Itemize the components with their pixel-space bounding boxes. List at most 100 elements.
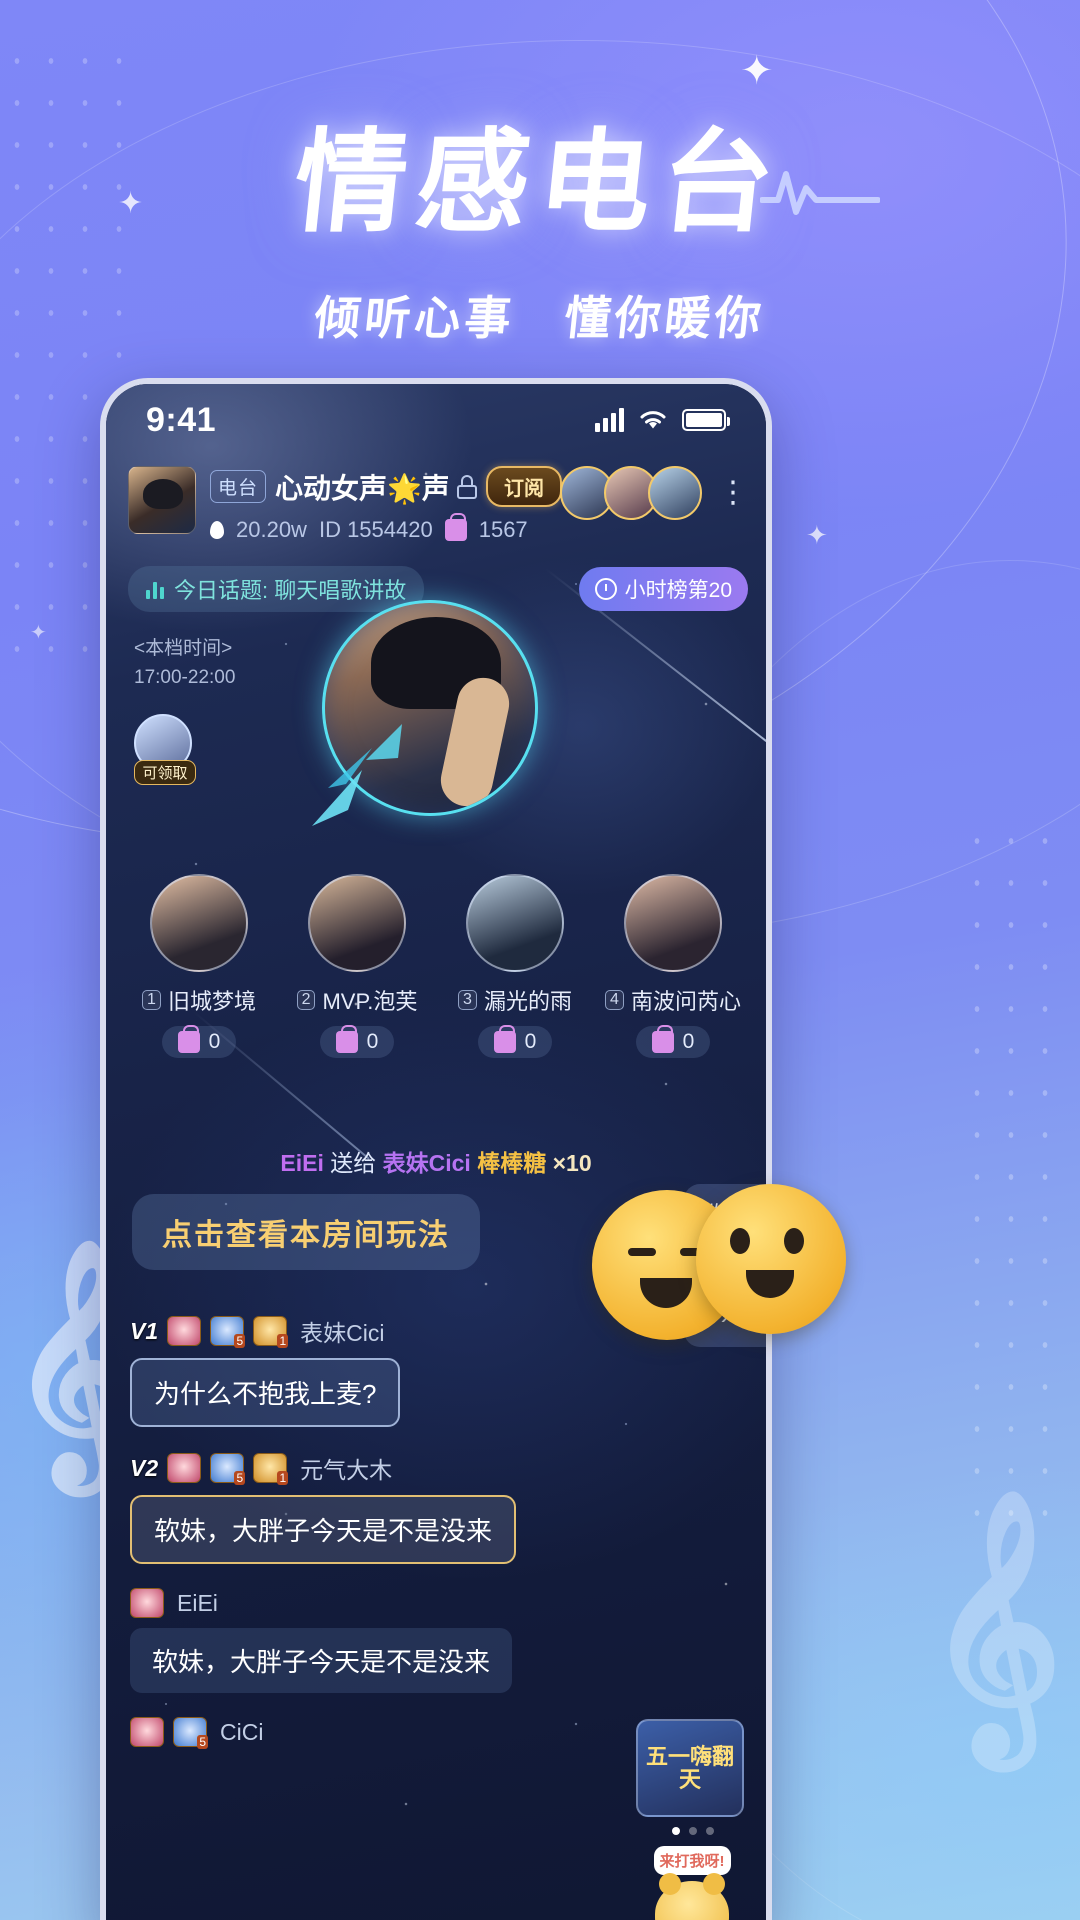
carousel-indicator[interactable] <box>672 1827 714 1835</box>
seat-item[interactable]: 2 MVP.泡芙 0 <box>282 874 432 1058</box>
level-badge: V1 <box>130 1317 159 1344</box>
gift-action: 送给 <box>330 1150 377 1176</box>
gift-bag-icon <box>651 1025 674 1053</box>
claim-label: 可领取 <box>134 760 196 785</box>
seat-name-row: 4 南波问芮心 <box>598 984 748 1016</box>
gift-bag-icon <box>493 1025 516 1053</box>
gift-sender: EiEi <box>280 1150 324 1176</box>
chat-message: 5 CiCi <box>130 1717 586 1749</box>
equalizer-icon <box>146 579 164 599</box>
sparkle-icon: ✦ <box>30 622 47 644</box>
chat-message: V1 5 1 表妹Cici 为什么不抱我上麦? <box>130 1314 586 1427</box>
subscribe-button[interactable]: 订阅 <box>486 466 562 507</box>
room-info: 电台 心动女声🌟声音 订阅 20.20w ID 1554420 1567 <box>210 466 562 543</box>
seat-gift-count: 0 <box>319 1025 395 1058</box>
hourly-rank-text: 小时榜第20 <box>624 579 732 602</box>
chat-username[interactable]: EiEi <box>177 1590 218 1617</box>
seat-name-row: 1 旧城梦境 <box>124 984 274 1016</box>
seat-item[interactable]: 4 南波问芮心 0 <box>598 874 748 1058</box>
seat-gift-value: 0 <box>366 1030 379 1053</box>
chat-message: V2 5 1 元气大木 软妹，大胖子今天是不是没来 <box>130 1451 586 1564</box>
avatar[interactable] <box>648 466 702 520</box>
seat-gift-value: 0 <box>208 1030 221 1053</box>
room-id: ID 1554420 <box>318 517 433 542</box>
seat-avatar[interactable] <box>150 874 248 972</box>
chat-badges: V1 5 1 表妹Cici <box>130 1314 586 1348</box>
activity-banner[interactable]: 五一嗨翻天 <box>636 1719 744 1817</box>
seat-name: 漏光的雨 <box>483 989 572 1014</box>
seat-item[interactable]: 3 漏光的雨 0 <box>440 874 590 1058</box>
seat-name: MVP.泡芙 <box>322 989 418 1014</box>
seat-gift-value: 0 <box>524 1030 537 1053</box>
medal-icon <box>167 1453 202 1483</box>
daily-topic-chip[interactable]: 今日话题: 聊天唱歌讲故 <box>128 566 425 612</box>
seat-avatar[interactable] <box>624 874 722 972</box>
host-avatar[interactable] <box>128 466 196 534</box>
audio-wave-icon <box>760 171 880 215</box>
gift-name: 棒棒糖 <box>477 1150 547 1176</box>
claim-reward-widget[interactable]: 可领取 <box>134 714 196 785</box>
chat-badges: EiEi <box>130 1588 586 1618</box>
seat-gift-count: 0 <box>161 1025 237 1058</box>
clock-icon <box>594 578 617 600</box>
battery-icon <box>682 409 730 431</box>
chat-bubble: 软妹，大胖子今天是不是没来 <box>130 1495 517 1564</box>
medal-icon <box>130 1588 164 1618</box>
medal-icon: 5 <box>210 1316 246 1348</box>
gift-value: 1567 <box>478 517 528 542</box>
seat-name: 南波问芮心 <box>630 989 741 1014</box>
chat-message: EiEi 软妹，大胖子今天是不是没来 <box>130 1588 586 1693</box>
treble-clef-icon: 𝄞 <box>926 1494 1062 1751</box>
emoji-face-smile <box>696 1184 846 1334</box>
pet-body <box>655 1873 729 1920</box>
heat-value: 20.20w <box>236 517 307 542</box>
seat-avatar[interactable] <box>308 874 406 972</box>
medal-icon: 1 <box>253 1316 289 1348</box>
medal-icon: 5 <box>173 1717 208 1749</box>
chat-username[interactable]: 元气大木 <box>300 1451 392 1485</box>
medal-icon <box>130 1717 164 1747</box>
seat-item[interactable]: 1 旧城梦境 0 <box>124 874 274 1058</box>
hourly-rank-badge[interactable]: 小时榜第20 <box>578 567 748 611</box>
chat-username[interactable]: CiCi <box>220 1719 263 1746</box>
sparkle-icon: ✦ <box>806 520 828 550</box>
room-name: 心动女声🌟声音 <box>275 472 448 504</box>
schedule-time: 17:00-22:00 <box>134 667 236 689</box>
gift-count: ×10 <box>552 1150 592 1176</box>
phone-mockup: 9:41 电台 心动女声🌟声音 <box>100 378 772 1920</box>
seat-name-row: 3 漏光的雨 <box>440 984 590 1016</box>
status-icons <box>595 408 730 432</box>
chat-badges: V2 5 1 元气大木 <box>130 1451 586 1485</box>
pet-bubble-text: 来打我呀! <box>653 1846 731 1875</box>
seat-avatar[interactable] <box>466 874 564 972</box>
seat-index: 2 <box>296 990 316 1010</box>
seat-gift-count: 0 <box>635 1025 711 1058</box>
flame-icon <box>210 521 224 539</box>
chat-username[interactable]: 表妹Cici <box>300 1314 384 1348</box>
room-stats-row: 20.20w ID 1554420 1567 <box>210 513 562 543</box>
daily-topic-text: 今日话题: 聊天唱歌讲故 <box>174 578 407 603</box>
schedule-label: <本档时间> <box>134 638 233 659</box>
room-rules-button[interactable]: 点击查看本房间玩法 <box>132 1194 480 1270</box>
status-bar: 9:41 <box>106 384 766 456</box>
signal-bars-icon <box>595 408 624 432</box>
gift-broadcast: EiEi 送给 表妹Cici 棒棒糖 ×10 <box>106 1144 766 1178</box>
chat-badges: 5 CiCi <box>130 1717 586 1749</box>
more-dots-icon[interactable]: ⋮ <box>718 478 748 508</box>
gift-bag-icon <box>335 1025 358 1053</box>
medal-icon: 1 <box>253 1453 289 1485</box>
medal-icon: 5 <box>210 1453 246 1485</box>
room-title-row: 电台 心动女声🌟声音 订阅 <box>210 466 562 507</box>
page-title: 情感电台 <box>288 118 790 248</box>
chat-list: V1 5 1 表妹Cici 为什么不抱我上麦? V2 5 1 元气大木 软妹，大… <box>130 1314 586 1755</box>
chat-bubble: 软妹，大胖子今天是不是没来 <box>130 1628 513 1693</box>
ribbon-decoration-icon <box>312 724 402 826</box>
audience-avatars[interactable]: ⋮ <box>560 466 748 520</box>
seat-gift-count: 0 <box>477 1025 553 1058</box>
gift-bag-icon <box>444 513 467 541</box>
seat-gift-value: 0 <box>682 1030 695 1053</box>
promo-title-block: 情感电台 倾听心事 懂你暖你 <box>0 92 1080 348</box>
status-time: 9:41 <box>146 400 217 439</box>
pet-widget[interactable]: 来打我呀! <box>640 1846 744 1920</box>
seat-name: 旧城梦境 <box>167 989 256 1014</box>
